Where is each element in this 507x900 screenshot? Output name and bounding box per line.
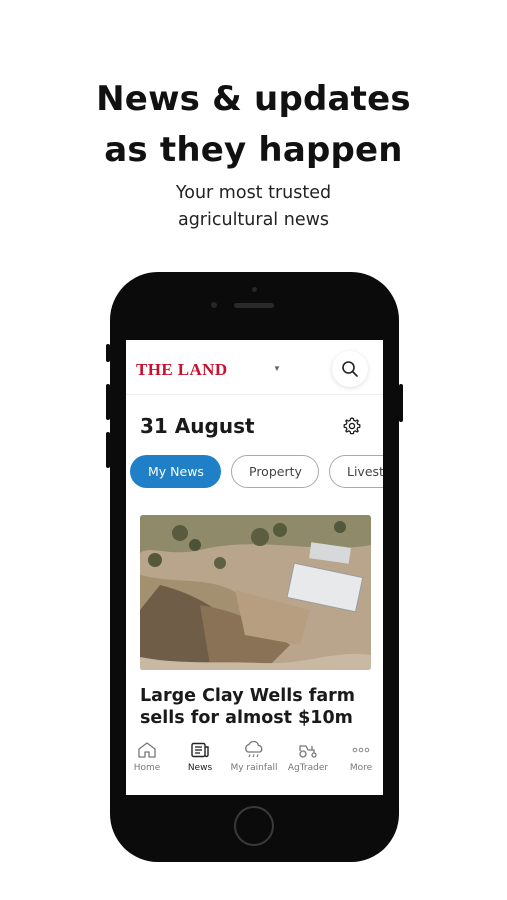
aerial-farm-image — [140, 515, 371, 670]
app-header: THE LAND ▼ — [126, 340, 383, 395]
phone-top-dot — [252, 287, 257, 292]
home-icon — [138, 742, 156, 758]
phone-home-button — [234, 806, 274, 846]
tractor-icon — [299, 745, 317, 758]
bottom-tab-bar: Home News My rainfall AgTrader More — [126, 735, 383, 795]
tab-home-label: Home — [133, 763, 161, 773]
more-dots-icon — [352, 747, 370, 753]
page-date: 31 August — [140, 414, 255, 438]
promo-headline: News & updates as they happen — [0, 74, 507, 176]
tab-my-rainfall-label: My rainfall — [230, 763, 278, 773]
tab-more[interactable]: More — [335, 741, 383, 773]
phone-volume-up — [106, 384, 110, 420]
article-image[interactable] — [140, 515, 371, 670]
tab-agtrader[interactable]: AgTrader — [282, 741, 334, 773]
phone-front-camera — [211, 302, 217, 308]
tab-news[interactable]: News — [174, 741, 226, 773]
tab-agtrader-label: AgTrader — [287, 763, 329, 773]
chip-property[interactable]: Property — [231, 455, 319, 488]
search-button[interactable] — [332, 351, 368, 387]
phone-power-button — [399, 384, 403, 422]
chip-my-news[interactable]: My News — [130, 455, 221, 488]
chevron-down-icon[interactable]: ▼ — [273, 364, 281, 373]
tab-more-label: More — [349, 763, 373, 773]
subline-line-1: Your most trusted — [175, 183, 332, 203]
headline-line-1: News & updates — [96, 79, 411, 119]
article-title-line-1: Large Clay Wells farm — [140, 686, 356, 706]
chip-livestock[interactable]: Livest — [329, 455, 383, 488]
tab-news-label: News — [187, 763, 213, 773]
phone-frame: THE LAND ▼ 31 August My News Property Li… — [106, 272, 403, 862]
subline-line-2: agricultural news — [177, 210, 330, 230]
phone-volume-down — [106, 432, 110, 468]
article-headline[interactable]: Large Clay Wells farm sells for almost $… — [140, 685, 372, 729]
gear-icon[interactable] — [342, 416, 362, 436]
tab-home[interactable]: Home — [126, 741, 173, 773]
phone-screen: THE LAND ▼ 31 August My News Property Li… — [126, 340, 383, 795]
app-logo[interactable]: THE LAND — [136, 360, 228, 380]
rain-cloud-icon — [245, 741, 263, 758]
tab-my-rainfall[interactable]: My rainfall — [228, 741, 280, 773]
promo-subline: Your most trusted agricultural news — [0, 180, 507, 234]
headline-line-2: as they happen — [104, 130, 403, 170]
phone-speaker — [234, 303, 274, 308]
search-icon — [342, 361, 358, 377]
phone-mute-switch — [106, 344, 110, 362]
news-icon — [191, 742, 209, 758]
article-title-line-2: sells for almost $10m — [140, 708, 353, 728]
